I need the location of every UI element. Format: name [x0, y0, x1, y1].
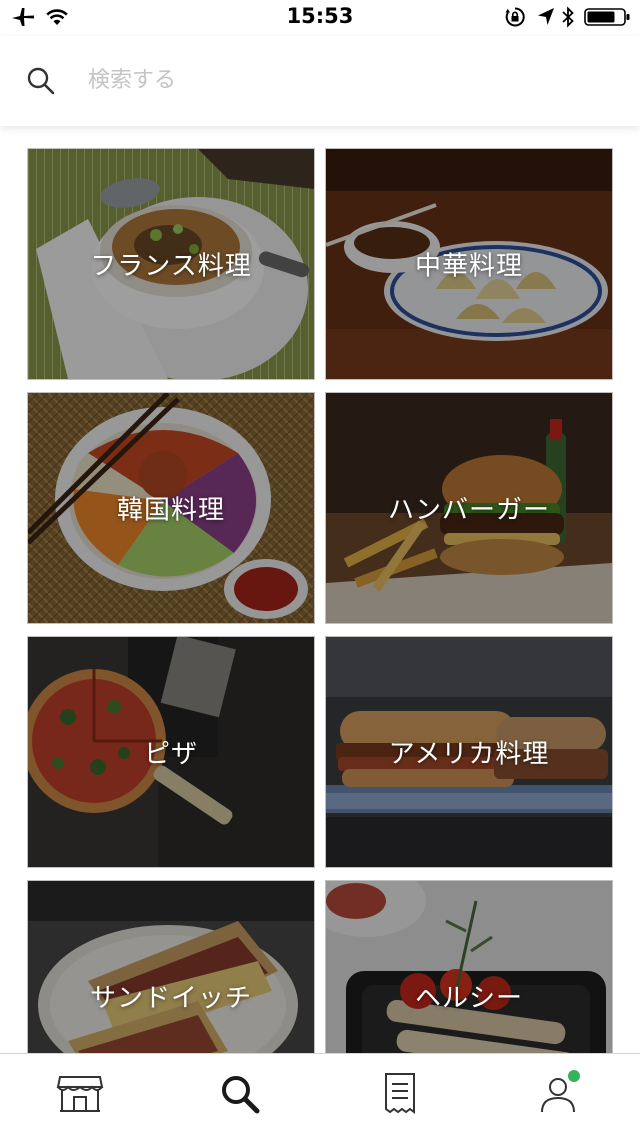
app-screen: 15:53 検索する フランス料理 中華料理 韓国料理 ハンバーガー ピザ アメ… — [0, 0, 640, 1138]
tile-overlay — [326, 881, 612, 1054]
battery-icon — [584, 6, 632, 32]
search-icon — [218, 1072, 262, 1120]
tab-account[interactable] — [480, 1054, 640, 1138]
category-label: ハンバーガー — [387, 495, 550, 526]
category-tile-french[interactable]: フランス料理 — [28, 149, 314, 379]
category-label: 中華料理 — [414, 251, 523, 282]
category-label: アメリカ料理 — [388, 739, 550, 770]
tab-store[interactable] — [0, 1054, 160, 1138]
tab-orders[interactable] — [320, 1054, 480, 1138]
tab-bar — [0, 1053, 640, 1138]
tab-search[interactable] — [160, 1054, 320, 1138]
category-label: フランス料理 — [90, 251, 252, 282]
store-icon — [56, 1073, 104, 1119]
category-label: サンドイッチ — [89, 983, 252, 1014]
notification-badge — [568, 1070, 580, 1082]
search-bar — [0, 36, 640, 126]
tile-overlay — [28, 881, 314, 1054]
category-tile-sandwich[interactable]: サンドイッチ — [28, 881, 314, 1054]
category-label: ピザ — [143, 739, 198, 770]
category-tile-american[interactable]: アメリカ料理 — [326, 637, 612, 867]
search-icon[interactable] — [26, 66, 56, 96]
receipt-icon — [383, 1072, 417, 1120]
search-input[interactable] — [88, 58, 608, 102]
account-icon — [538, 1070, 582, 1120]
category-grid: フランス料理 中華料理 韓国料理 ハンバーガー ピザ アメリカ料理 サンドイッチ… — [0, 126, 640, 1054]
location-arrow-icon — [536, 6, 556, 32]
category-tile-hamburger[interactable]: ハンバーガー — [326, 393, 612, 623]
category-tile-chinese[interactable]: 中華料理 — [326, 149, 612, 379]
status-bar: 15:53 — [0, 0, 640, 36]
bluetooth-icon — [560, 6, 576, 32]
orientation-lock-icon — [504, 6, 526, 32]
category-tile-pizza[interactable]: ピザ — [28, 637, 314, 867]
category-label: 韓国料理 — [116, 495, 225, 526]
category-label: ヘルシー — [414, 983, 523, 1014]
category-tile-korean[interactable]: 韓国料理 — [28, 393, 314, 623]
category-tile-healthy[interactable]: ヘルシー — [326, 881, 612, 1054]
